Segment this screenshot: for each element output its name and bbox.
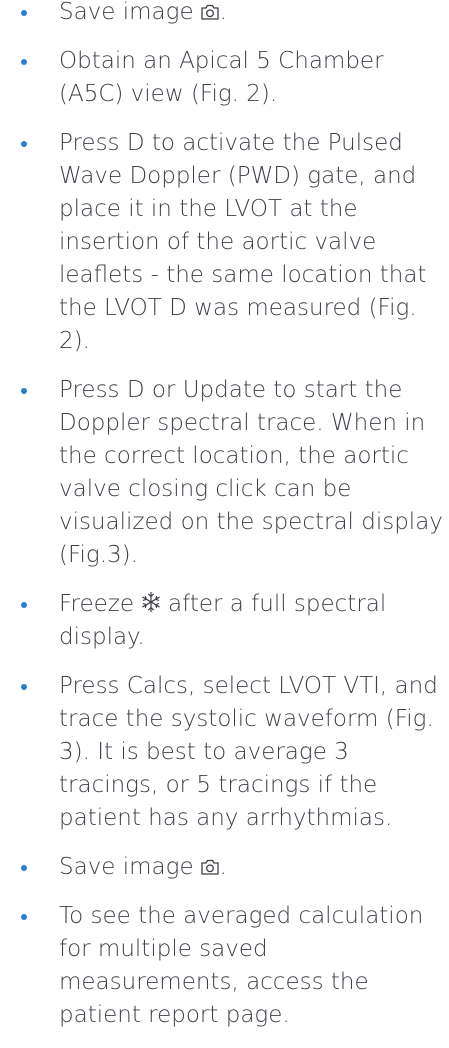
list-item-trace-waveform: Press Calcs, select LVOT VTI, and trace … bbox=[0, 670, 449, 835]
bullet-icon bbox=[21, 684, 27, 690]
step-suffix: . bbox=[219, 854, 227, 880]
bullet-icon bbox=[21, 388, 27, 394]
step-text: To see the averaged calculation for mult… bbox=[59, 903, 424, 1028]
step-suffix: . bbox=[219, 0, 227, 25]
step-text: Freeze bbox=[59, 591, 135, 617]
bullet-icon bbox=[21, 10, 27, 16]
list-item-report-page: To see the averaged calculation for mult… bbox=[0, 900, 449, 1032]
list-item-save-image-2: Save image. bbox=[0, 851, 449, 884]
camera-icon bbox=[200, 3, 220, 21]
camera-icon bbox=[200, 858, 220, 876]
instruction-page: Save image. Obtain an Apical 5 Chamber (… bbox=[0, 0, 449, 1048]
step-text: Press Calcs, select LVOT VTI, and trace … bbox=[59, 673, 438, 831]
list-item-start-trace: Press D or Update to start the Doppler s… bbox=[0, 374, 449, 572]
step-text: Save image bbox=[59, 0, 194, 25]
bullet-icon bbox=[21, 141, 27, 147]
bullet-icon bbox=[21, 59, 27, 65]
step-text: Press D to activate the Pulsed Wave Dopp… bbox=[59, 130, 427, 354]
bullet-icon bbox=[21, 865, 27, 871]
bullet-icon bbox=[21, 602, 27, 608]
bullet-icon bbox=[21, 914, 27, 920]
list-item-activate-pwd: Press D to activate the Pulsed Wave Dopp… bbox=[0, 127, 449, 358]
list-item-save-image-1: Save image. bbox=[0, 0, 449, 29]
list-item-obtain-view: Obtain an Apical 5 Chamber (A5C) view (F… bbox=[0, 45, 449, 111]
instruction-list: Save image. Obtain an Apical 5 Chamber (… bbox=[0, 0, 449, 1032]
list-item-freeze: Freeze after a full spectral display. bbox=[0, 588, 449, 654]
step-text: Obtain an Apical 5 Chamber (A5C) view (F… bbox=[59, 48, 384, 107]
step-text: Save image bbox=[59, 854, 194, 880]
step-text: Press D or Update to start the Doppler s… bbox=[59, 377, 443, 568]
snowflake-icon bbox=[140, 591, 162, 613]
